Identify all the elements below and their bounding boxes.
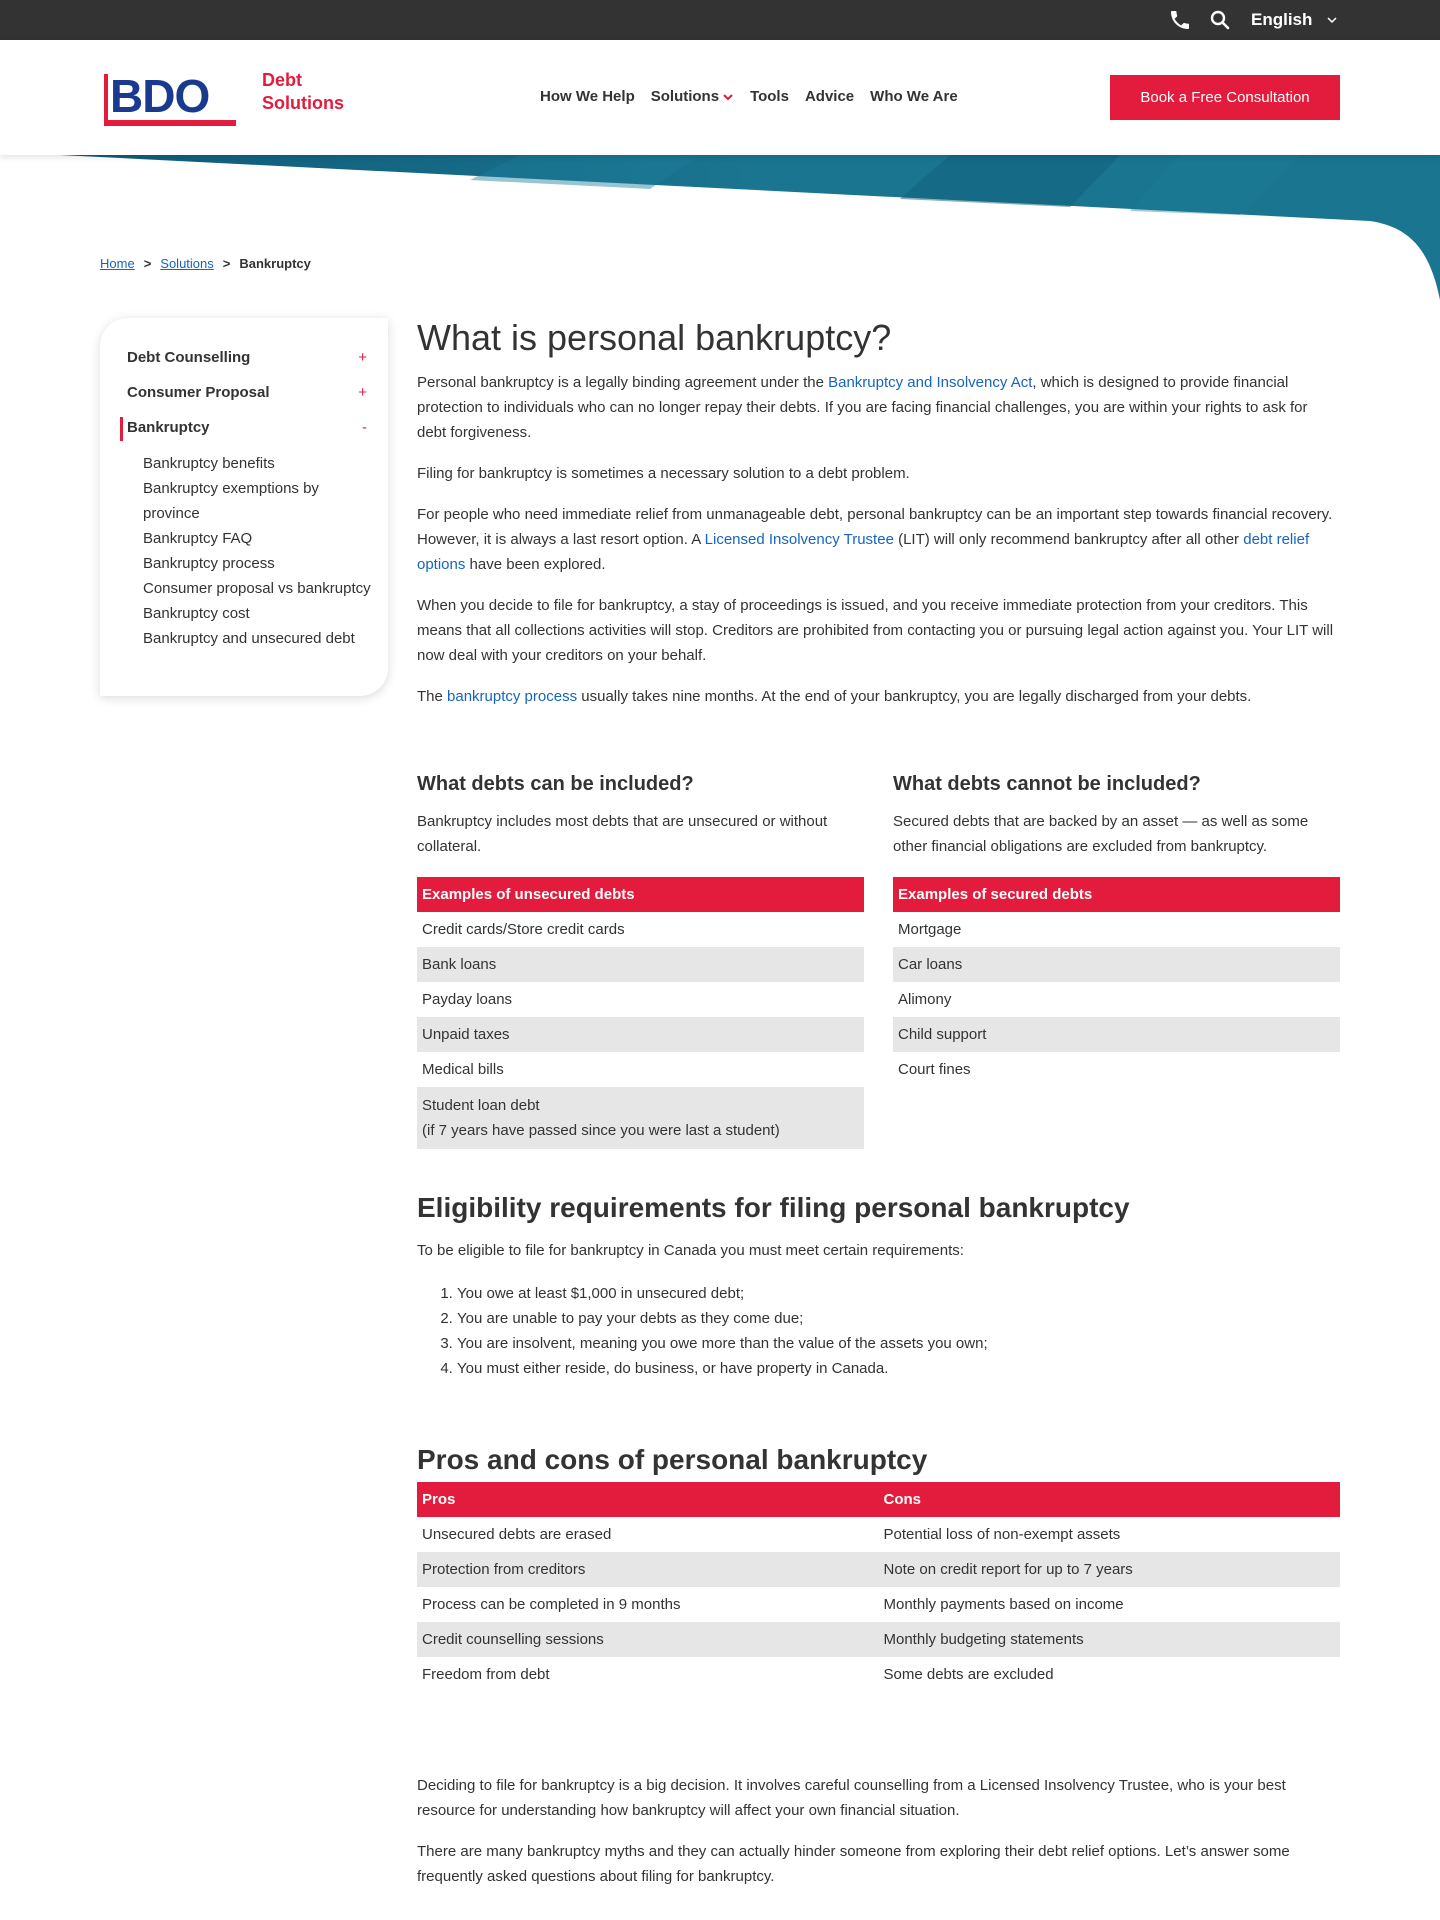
list-item: You are insolvent, meaning you owe more … [457,1331,1340,1356]
pros-cons-table: Pros Cons Unsecured debts are erased Pote… [417,1482,1340,1692]
pros-cons-section: Pros and cons of personal bankruptcy Pro… [417,1442,1340,1692]
sidebar-nav: Debt Counselling + Consumer Proposal + B… [100,318,388,696]
table-row: Freedom from debt Some debts are excluded [422,1666,1054,1683]
table-header-cons: Cons [878,1482,1340,1517]
paragraph: Filing for bankruptcy is sometimes a nec… [417,465,910,482]
table-row: Alimony [898,991,952,1008]
sidebar-item-debt-counselling[interactable]: Debt Counselling + [127,349,367,366]
debts-section: What debts can be included? Bankruptcy i… [417,770,1340,1149]
bankruptcy-process-link[interactable]: bankruptcy process [447,688,577,705]
table-row: Unsecured debts are erased Potential loss… [422,1526,1121,1543]
section-heading: What debts can be included? [417,773,694,795]
table-row: Court fines [898,1061,971,1078]
bdo-logo[interactable]: BDO [104,70,236,126]
table-row: Payday loans [422,991,513,1008]
sidebar-subitem[interactable]: Bankruptcy benefits [143,451,373,476]
table-header: Examples of unsecured debts [417,877,864,912]
table-row: Car loans [893,947,1340,982]
sidebar-item-consumer-proposal[interactable]: Consumer Proposal + [127,384,367,401]
nav-advice[interactable]: Advice [805,88,854,105]
section-description: Bankruptcy includes most debts that are … [417,813,828,855]
section-heading: Eligibility requirements for filing pers… [417,1192,1130,1223]
main-nav: How We Help Solutions Tools Advice Who W… [540,88,974,105]
table-row: Credit counselling sessions Monthly budge… [417,1622,1340,1657]
table-row: Credit cards/Store credit cards [422,921,625,938]
paragraph: For people who need immediate relief fro… [417,506,1333,573]
expand-icon[interactable]: + [358,384,367,401]
search-icon[interactable] [1208,8,1232,32]
paragraph: Deciding to file for bankruptcy is a big… [417,1777,1286,1819]
table-row: Student loan debt (if 7 years have passed… [417,1087,864,1149]
table-header: Examples of secured debts [893,877,1340,912]
sidebar-subitem[interactable]: Consumer proposal vs bankruptcy [143,576,373,601]
section-description: Secured debts that are backed by an asse… [893,813,1309,855]
section-heading: Pros and cons of personal bankruptcy [417,1444,928,1475]
list-item: You are unable to pay your debts as they… [457,1306,1340,1331]
nav-who-we-are[interactable]: Who We Are [870,88,958,105]
table-row: Mortgage [898,921,962,938]
unsecured-debts-table: Examples of unsecured debts Credit cards… [417,877,864,1149]
expand-icon[interactable]: + [358,349,367,366]
site-header: BDO Debt Solutions How We Help Solutions… [0,40,1440,155]
language-selector[interactable]: English [1251,10,1312,30]
sidebar-item-bankruptcy[interactable]: Bankruptcy - [127,419,367,436]
decorative-banner [60,155,1440,300]
table-row: Unpaid taxes [417,1017,864,1052]
intro-paragraph: Personal bankruptcy is a legally binding… [417,374,1308,441]
utility-bar: English [0,0,1440,40]
sidebar-subitem[interactable]: Bankruptcy and unsecured debt [143,626,373,651]
eligibility-section: Eligibility requirements for filing pers… [417,1190,1340,1381]
list-item: You owe at least $1,000 in unsecured deb… [457,1281,1340,1306]
sidebar-subitem[interactable]: Bankruptcy exemptions by province [143,476,373,526]
nav-solutions[interactable]: Solutions [651,88,734,105]
page-title: What is personal bankruptcy? [417,317,892,358]
collapse-icon[interactable]: - [362,419,367,436]
paragraph: There are many bankruptcy myths and they… [417,1843,1290,1885]
table-row: Child support [893,1017,1340,1052]
requirements-list: You owe at least $1,000 in unsecured deb… [417,1281,1340,1381]
active-indicator [120,417,123,441]
brand-name: Debt Solutions [262,70,344,113]
section-heading: What debts cannot be included? [893,773,1201,795]
excluded-debts: What debts cannot be included? Secured d… [893,770,1340,1149]
sidebar-subitem[interactable]: Bankruptcy FAQ [143,526,373,551]
section-intro: To be eligible to file for bankruptcy in… [417,1242,964,1259]
book-consultation-button[interactable]: Book a Free Consultation [1110,75,1340,120]
secured-debts-table: Examples of secured debts Mortgage Car l… [893,877,1340,1087]
paragraph: The bankruptcy process usually takes nin… [417,688,1252,705]
svg-text:BDO: BDO [110,70,209,122]
table-row: Process can be completed in 9 months Mont… [422,1596,1124,1613]
list-item: You must either reside, do business, or … [457,1356,1340,1381]
chevron-down-icon[interactable] [1325,13,1339,27]
phone-icon[interactable] [1168,8,1192,32]
table-header-pros: Pros [417,1482,879,1517]
lit-link[interactable]: Licensed Insolvency Trustee [705,531,894,548]
sidebar-subitems: Bankruptcy benefits Bankruptcy exemption… [143,451,373,651]
nav-tools[interactable]: Tools [750,88,789,105]
sidebar-subitem[interactable]: Bankruptcy process [143,551,373,576]
bia-link[interactable]: Bankruptcy and Insolvency Act [828,374,1032,391]
nav-how-we-help[interactable]: How We Help [540,88,635,105]
table-row: Bank loans [417,947,864,982]
paragraph: When you decide to file for bankruptcy, … [417,597,1334,664]
table-row: Medical bills [422,1061,504,1078]
closing-section: Deciding to file for bankruptcy is a big… [417,1773,1340,1905]
chevron-down-icon [723,93,733,100]
sidebar-subitem[interactable]: Bankruptcy cost [143,601,373,626]
main-content: What is personal bankruptcy? Personal ba… [417,316,1340,725]
table-row: Protection from creditors Note on credit … [417,1552,1340,1587]
included-debts: What debts can be included? Bankruptcy i… [417,770,864,1149]
